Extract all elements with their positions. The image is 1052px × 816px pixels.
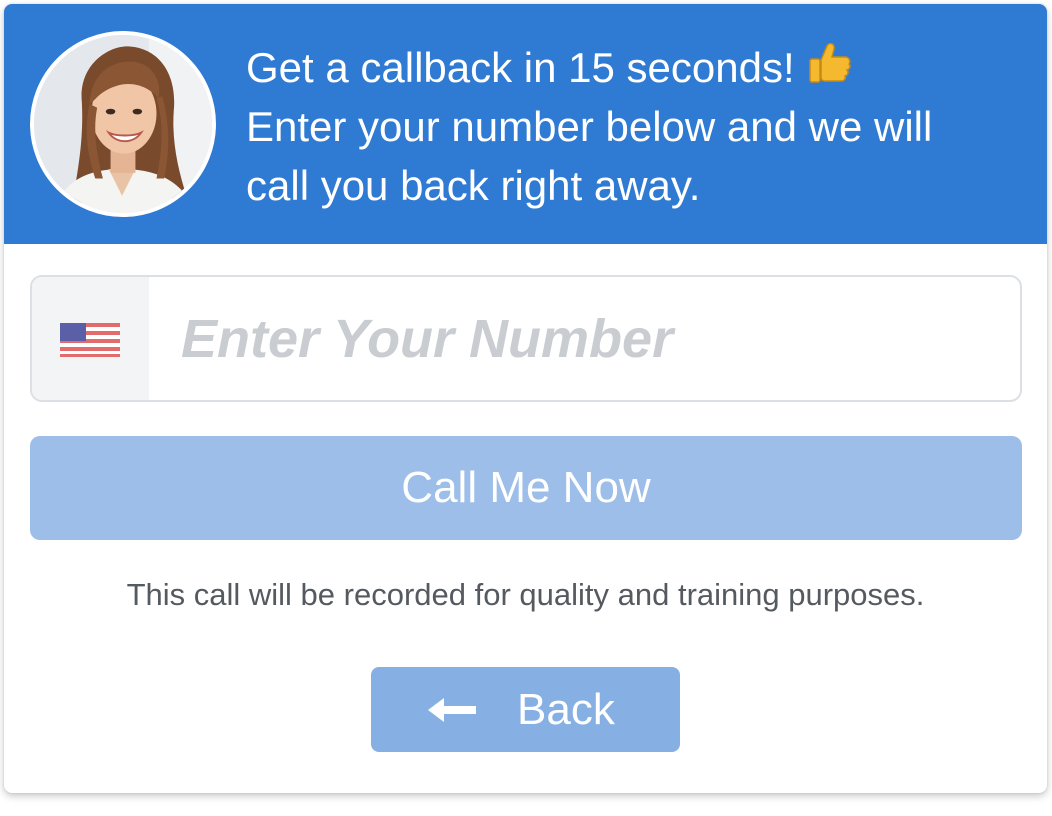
- headline-line-3: call you back right away.: [246, 162, 701, 209]
- us-flag-icon: [60, 323, 120, 357]
- callback-widget: Get a callback in 15 seconds! Enter your…: [4, 4, 1047, 793]
- arrow-left-icon: [428, 698, 476, 722]
- call-me-now-button[interactable]: Call Me Now: [30, 436, 1022, 540]
- back-button-label: Back: [517, 685, 615, 734]
- headline-line-2: Enter your number below and we will: [246, 103, 933, 150]
- headline-line-1: Get a callback in 15 seconds!: [246, 38, 1036, 97]
- back-button[interactable]: Back: [371, 667, 680, 752]
- phone-number-input[interactable]: [149, 277, 1020, 400]
- thumbs-up-icon: [808, 42, 851, 83]
- headline-text-1: Get a callback in 15 seconds!: [246, 44, 795, 91]
- agent-avatar: [30, 31, 216, 217]
- widget-header: Get a callback in 15 seconds! Enter your…: [4, 4, 1047, 244]
- agent-photo-icon: [34, 35, 212, 213]
- phone-number-field: [30, 275, 1022, 402]
- country-selector[interactable]: [32, 277, 149, 400]
- headline: Get a callback in 15 seconds! Enter your…: [246, 38, 1036, 215]
- recording-notice: This call will be recorded for quality a…: [126, 577, 925, 612]
